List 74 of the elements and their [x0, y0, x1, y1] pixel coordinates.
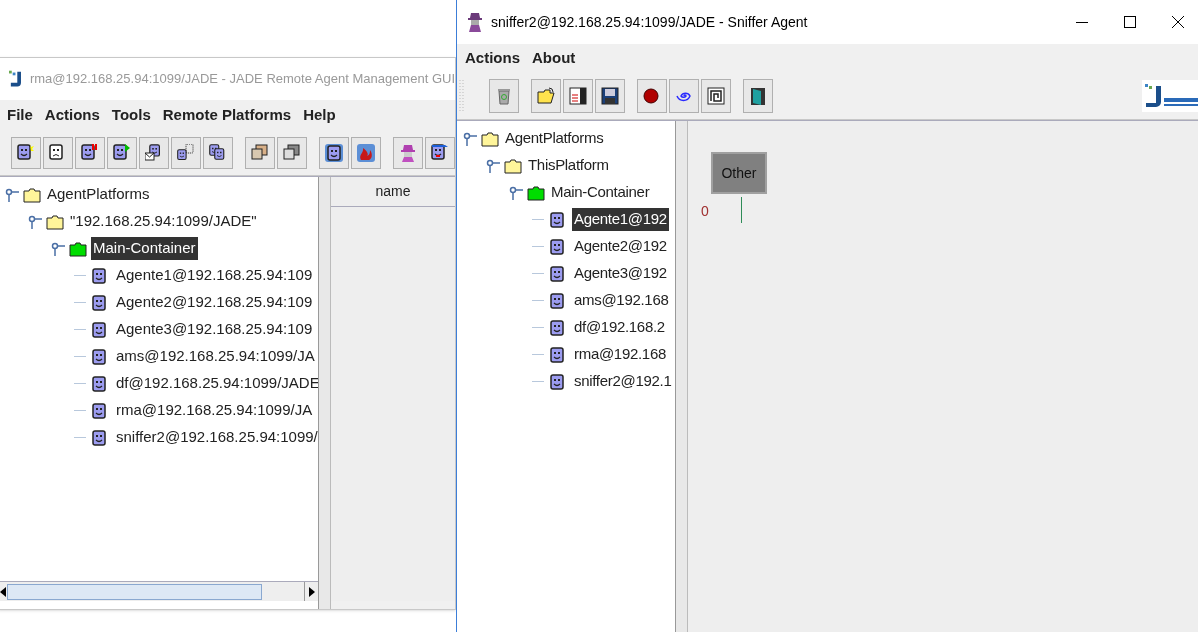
tree-item[interactable]: ams@192.168.25.94:1099/JA — [114, 345, 317, 368]
tree-item[interactable]: Agente3@192.168.25.94:109 — [114, 318, 315, 341]
scroll-right-icon[interactable] — [308, 586, 315, 597]
tree-item[interactable]: Agente1@192.168.25.94:109 — [114, 264, 315, 287]
menu-item[interactable]: Actions — [44, 103, 100, 127]
tree-item[interactable]: rma@192.168.25.94:1099/JA — [114, 399, 315, 422]
toolbar-button[interactable] — [171, 136, 201, 169]
folder-icon — [537, 86, 555, 105]
tree-handle-icon[interactable] — [463, 131, 477, 146]
horizontal-scrollbar[interactable] — [0, 581, 318, 601]
window-title: rma@192.168.25.94:1099/JADE - JADE Remote Agent Management GUI — [29, 70, 455, 89]
menu-item[interactable]: Tools — [111, 103, 151, 127]
square-spiral-icon — [707, 86, 725, 105]
toolbar-button[interactable] — [425, 136, 455, 169]
toolbar-button[interactable] — [319, 136, 349, 169]
logo-icon — [1142, 80, 1198, 112]
tree-handle-icon[interactable] — [51, 241, 65, 256]
timeline-label: 0 — [701, 202, 709, 221]
toolbar-button[interactable] — [701, 78, 731, 113]
tree-item[interactable]: rma@192.168 — [572, 343, 668, 366]
menu-item[interactable]: Actions — [465, 46, 520, 70]
menu-item[interactable]: About — [532, 46, 576, 70]
toolbar-grip-icon[interactable] — [459, 79, 465, 112]
tree-item[interactable]: Agente1@192 — [572, 208, 669, 231]
tree-item[interactable]: sniffer2@192.1 — [572, 370, 674, 393]
tree-item[interactable]: ThisPlatform — [526, 154, 611, 177]
toolbar-button[interactable] — [563, 78, 593, 113]
lifeline — [741, 197, 742, 223]
tree-item[interactable]: AgentPlatforms — [45, 183, 152, 206]
folder-icon — [481, 130, 499, 147]
window-title: sniffer2@192.168.25.94:1099/JADE - Sniffer Agent — [491, 12, 808, 32]
menu-item[interactable]: Help — [303, 103, 336, 127]
tree-handle-icon[interactable] — [28, 214, 42, 229]
tree-item[interactable]: Agente2@192.168.25.94:109 — [114, 291, 315, 314]
tree-item[interactable]: Main-Container — [91, 237, 198, 260]
toolbar-button[interactable] — [637, 78, 667, 113]
folder-icon — [504, 157, 522, 174]
toolbar-button[interactable] — [43, 136, 73, 169]
tree-item[interactable]: Main-Container — [549, 181, 652, 204]
tree-item[interactable]: sniffer2@192.168.25.94:1099/ — [114, 426, 318, 449]
toolbar-button[interactable] — [669, 78, 699, 113]
toolbar-button[interactable] — [11, 136, 41, 169]
folder-icon — [23, 186, 41, 203]
tree-item[interactable]: df@192.168.2 — [572, 316, 667, 339]
record-icon — [643, 86, 661, 105]
tree-item[interactable]: ams@192.168 — [572, 289, 671, 312]
tree-handle-icon[interactable] — [509, 185, 523, 200]
menu-item[interactable]: Remote Platforms — [162, 103, 292, 127]
toolbar-button[interactable] — [203, 136, 233, 169]
tree-item[interactable]: "192.168.25.94:1099/JADE" — [68, 210, 259, 233]
logo-icon — [9, 70, 22, 88]
detective-icon — [399, 143, 417, 162]
menu-item[interactable]: File — [7, 103, 33, 127]
folder-icon — [527, 184, 545, 201]
door-icon — [749, 86, 767, 105]
toolbar-button[interactable] — [743, 78, 773, 113]
folder-icon — [69, 240, 87, 257]
maximize-icon[interactable] — [1124, 16, 1136, 28]
detective-icon — [467, 12, 483, 32]
toolbar-button[interactable] — [595, 78, 625, 113]
folder-icon — [46, 213, 64, 230]
agent-box[interactable]: Other — [711, 152, 767, 194]
tree-handle-icon[interactable] — [486, 158, 500, 173]
tree-item[interactable]: AgentPlatforms — [503, 127, 606, 150]
trash-can-icon — [495, 86, 513, 105]
toolbar-button[interactable] — [277, 136, 307, 169]
toolbar-button[interactable] — [75, 136, 105, 169]
toolbar-button[interactable] — [107, 136, 137, 169]
tree-item[interactable]: Agente3@192 — [572, 262, 669, 285]
tree-item[interactable]: Agente2@192 — [572, 235, 669, 258]
flame-icon — [357, 143, 375, 162]
toolbar-button[interactable] — [139, 136, 169, 169]
tree-handle-icon[interactable] — [5, 187, 19, 202]
close-icon[interactable] — [1172, 16, 1184, 28]
